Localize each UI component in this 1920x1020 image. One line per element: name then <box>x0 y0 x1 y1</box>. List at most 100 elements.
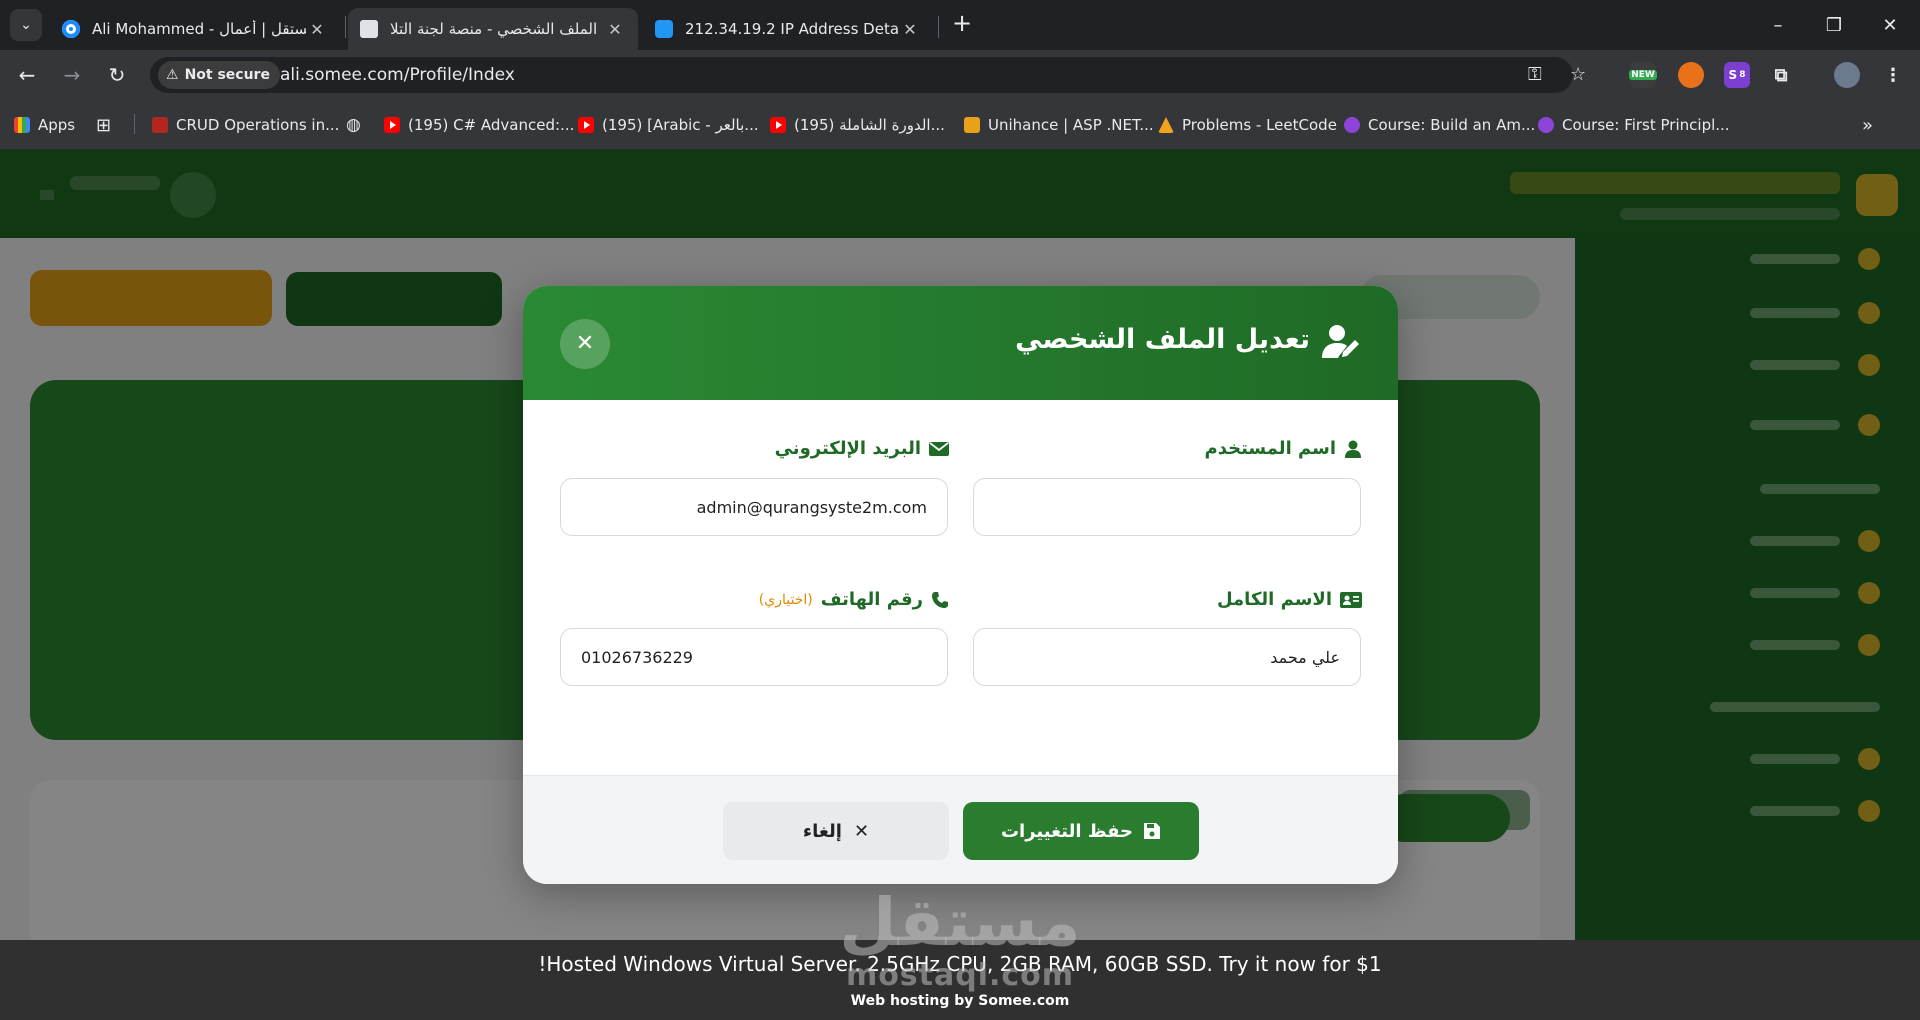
bookmark-label: Course: Build an Am... <box>1368 116 1536 134</box>
email-label: البريد الإلكتروني <box>775 438 949 459</box>
close-tab-icon[interactable]: ✕ <box>899 20 921 39</box>
tab-groups-icon[interactable]: ⊞ <box>96 114 111 136</box>
x-icon: ✕ <box>853 820 870 842</box>
bookmark-arabic-course[interactable]: (195) [Arabic - بالعر... <box>578 114 759 136</box>
page-favicon-icon <box>360 20 378 38</box>
restore-icon[interactable]: ❐ <box>1806 0 1862 50</box>
browser-toolbar: ← → ↻ ⚠ Not secure ali.somee.com/Profile… <box>0 50 1920 100</box>
fullname-label-text: الاسم الكامل <box>1216 589 1332 610</box>
floppy-disk-icon <box>1144 823 1161 839</box>
new-tab-button[interactable]: + <box>948 10 976 38</box>
close-tab-icon[interactable]: ✕ <box>306 20 328 39</box>
forward-arrow-icon[interactable]: → <box>57 60 87 90</box>
warning-icon: ⚠ <box>166 67 179 83</box>
bookmark-label: (195) [Arabic - بالعر... <box>602 116 759 134</box>
tab-ip-details[interactable]: 212.34.19.2 IP Address Details - ✕ <box>643 8 933 50</box>
minimize-icon[interactable]: – <box>1750 0 1806 50</box>
bookmark-label: Unihance | ASP .NET... <box>988 116 1154 134</box>
bookmark-star-icon[interactable]: ☆ <box>1570 64 1586 85</box>
cancel-label: إلغاء <box>802 820 842 842</box>
bookmark-comprehensive-course[interactable]: (195) الدورة الشاملة... <box>770 114 945 136</box>
course-icon <box>1538 117 1554 133</box>
username-label: اسم المستخدم <box>1205 438 1362 459</box>
bookmark-unihance[interactable]: Unihance | ASP .NET... <box>964 114 1154 136</box>
bookmark-label: Apps <box>38 116 76 134</box>
modal-title: تعديل الملف الشخصي <box>1015 324 1310 355</box>
reload-icon[interactable]: ↻ <box>102 60 132 90</box>
tab-title: Ali Mohammed - مستقل | أعمال <box>92 20 306 38</box>
watermark-arabic: مستقل <box>839 884 1081 961</box>
save-changes-button[interactable]: حفظ التغييرات <box>963 802 1199 860</box>
course-icon <box>1344 117 1360 133</box>
bookmark-crud[interactable]: CRUD Operations in... <box>152 114 339 136</box>
youtube-icon <box>770 117 786 133</box>
cancel-button[interactable]: ✕ إلغاء <box>723 802 949 860</box>
phone-label: رقم الهاتف (اختياري) <box>759 589 949 610</box>
modal-header: ✕ تعديل الملف الشخصي <box>523 286 1398 400</box>
bookmark-label: Course: First Principl... <box>1562 116 1730 134</box>
tab-strip: ⌄ Ali Mohammed - مستقل | أعمال ✕ الملف ا… <box>0 0 1920 50</box>
bookmark-globe[interactable]: ◍ <box>346 114 361 136</box>
youtube-icon <box>578 117 594 133</box>
address-bar[interactable]: ⚠ Not secure ali.somee.com/Profile/Index… <box>150 57 1586 93</box>
more-bookmarks-icon[interactable]: » <box>1862 114 1873 136</box>
apps-grid-icon <box>14 117 30 133</box>
bookmark-apps[interactable]: Apps <box>14 114 75 136</box>
phone-label-text: رقم الهاتف <box>820 589 923 610</box>
fullname-input[interactable] <box>973 628 1361 686</box>
fullname-label: الاسم الكامل <box>1217 589 1362 610</box>
user-icon <box>1345 440 1361 458</box>
profile-avatar[interactable] <box>1834 62 1860 88</box>
youtube-icon <box>384 117 400 133</box>
bookmark-label: (195) الدورة الشاملة... <box>794 116 945 134</box>
tab-divider <box>345 16 346 38</box>
bookmarks-bar: Apps ⊞ CRUD Operations in... ◍ (195) C# … <box>0 100 1920 150</box>
bookmark-label: Problems - LeetCode <box>1182 116 1337 134</box>
user-edit-icon <box>1322 325 1359 358</box>
email-input[interactable] <box>560 478 948 536</box>
id-card-icon <box>1340 591 1362 608</box>
envelope-icon <box>929 441 949 456</box>
url-text[interactable]: ali.somee.com/Profile/Index <box>280 65 515 85</box>
leetcode-icon <box>1158 117 1174 133</box>
unihance-icon <box>964 117 980 133</box>
back-arrow-icon[interactable]: ← <box>12 60 42 90</box>
phone-input[interactable] <box>560 628 948 686</box>
close-modal-button[interactable]: ✕ <box>560 319 610 369</box>
close-window-icon[interactable]: ✕ <box>1862 0 1918 50</box>
bookmark-course-build[interactable]: Course: Build an Am... <box>1344 114 1535 136</box>
password-key-icon[interactable]: ⚿ <box>1528 64 1542 85</box>
menu-kebab-icon[interactable]: ⋮ <box>1880 62 1906 88</box>
username-input[interactable] <box>973 478 1361 536</box>
extension-s-icon[interactable]: S8 <box>1724 62 1750 88</box>
tab-search-button[interactable]: ⌄ <box>10 9 42 41</box>
tab-divider <box>938 16 939 38</box>
mostaql-favicon-icon <box>62 20 80 38</box>
tab-title: 212.34.19.2 IP Address Details - <box>685 20 899 38</box>
bookmark-csharp-advanced[interactable]: (195) C# Advanced:... <box>384 114 574 136</box>
globe-icon: ◍ <box>346 115 361 135</box>
watermark-latin: mostaql.com <box>845 958 1075 993</box>
security-chip[interactable]: ⚠ Not secure <box>158 61 280 89</box>
bookmark-leetcode[interactable]: Problems - LeetCode <box>1158 114 1337 136</box>
bookmark-label: CRUD Operations in... <box>176 116 340 134</box>
save-label: حفظ التغييرات <box>1000 820 1134 842</box>
optional-hint: (اختياري) <box>758 591 813 608</box>
edit-profile-modal: ✕ تعديل الملف الشخصي اسم المستخدم البريد… <box>523 286 1398 884</box>
extensions-puzzle-icon[interactable]: ⧉ <box>1768 62 1794 88</box>
phone-icon <box>932 591 948 608</box>
tab-title: الملف الشخصي - منصة لجنة التلا <box>390 20 598 38</box>
security-label: Not secure <box>184 67 270 83</box>
tab-mostaql[interactable]: Ali Mohammed - مستقل | أعمال ✕ <box>50 8 340 50</box>
tab-profile[interactable]: الملف الشخصي - منصة لجنة التلا ✕ <box>348 8 638 50</box>
email-label-text: البريد الإلكتروني <box>774 438 921 459</box>
bookmark-course-first[interactable]: Course: First Principl... <box>1538 114 1730 136</box>
extension-badge: NEW <box>1629 70 1657 80</box>
new-extension-icon[interactable]: NEW <box>1629 62 1657 88</box>
bookmark-label: (195) C# Advanced:... <box>408 116 575 134</box>
mostaql-watermark: مستقل mostaql.com <box>830 888 1090 998</box>
extension-orange-icon[interactable] <box>1678 62 1704 88</box>
bookmarks-divider <box>134 114 135 134</box>
close-tab-icon[interactable]: ✕ <box>604 20 626 39</box>
ip-favicon-icon <box>655 20 673 38</box>
